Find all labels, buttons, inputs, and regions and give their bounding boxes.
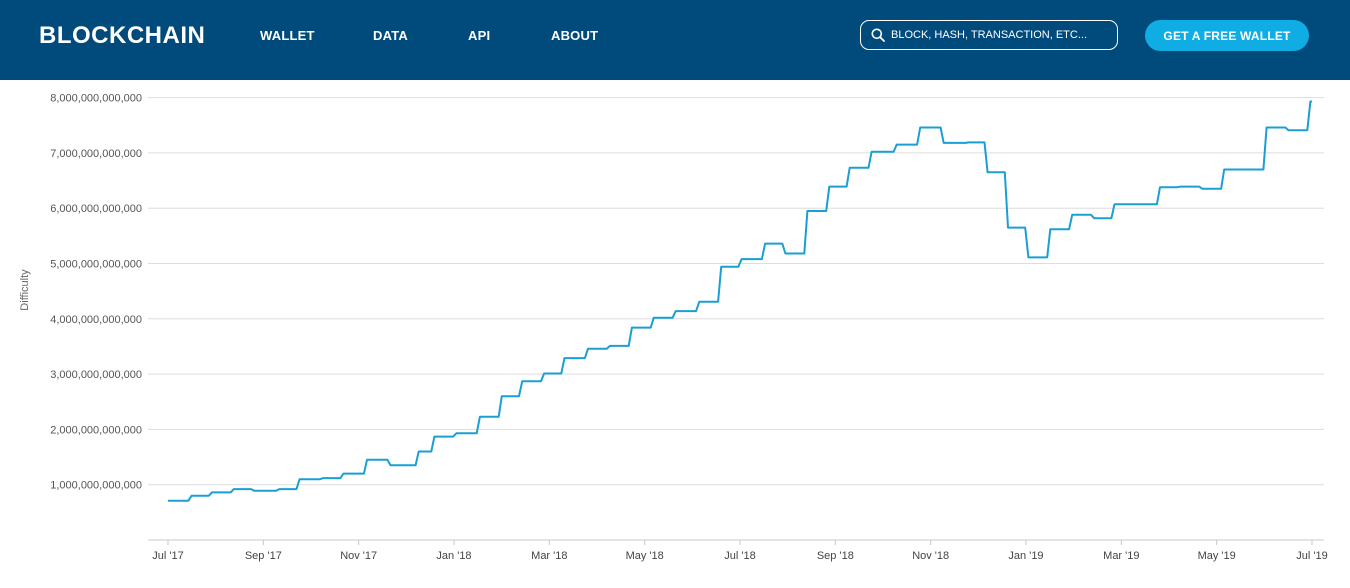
x-tick-label: Sep '17 <box>245 550 282 562</box>
x-tick-label: Mar '18 <box>531 550 567 562</box>
x-tick-label: Mar '19 <box>1103 550 1139 562</box>
top-navbar: BLOCKCHAIN WALLET DATA API ABOUT GET A F… <box>0 0 1350 80</box>
x-tick-label: May '18 <box>626 550 664 562</box>
search-icon <box>871 28 885 42</box>
nav-about[interactable]: ABOUT <box>551 28 598 44</box>
x-tick-label: Nov '17 <box>340 550 377 562</box>
y-tick-label: 6,000,000,000,000 <box>50 203 142 215</box>
x-tick-label: May '19 <box>1198 550 1236 562</box>
x-tick-label: Jul '17 <box>152 550 183 562</box>
x-tick-label: Jan '19 <box>1008 550 1043 562</box>
y-tick-label: 4,000,000,000,000 <box>50 314 142 326</box>
x-tick-label: Jul '19 <box>1296 550 1327 562</box>
y-axis-ticks: 1,000,000,000,000 2,000,000,000,000 3,000,… <box>50 93 142 492</box>
y-tick-label: 5,000,000,000,000 <box>50 259 142 271</box>
difficulty-series-line <box>168 100 1312 502</box>
x-tick-label: Nov '18 <box>912 550 949 562</box>
get-free-wallet-button[interactable]: GET A FREE WALLET <box>1145 20 1309 51</box>
search-box[interactable] <box>860 20 1118 50</box>
y-tick-label: 7,000,000,000,000 <box>50 148 142 160</box>
y-tick-label: 1,000,000,000,000 <box>50 480 142 492</box>
y-tick-label: 2,000,000,000,000 <box>50 424 142 436</box>
y-tick-label: 3,000,000,000,000 <box>50 369 142 381</box>
nav-data[interactable]: DATA <box>373 28 408 44</box>
x-tick-label: Jan '18 <box>436 550 471 562</box>
grid-lines <box>148 97 1324 486</box>
nav-wallet[interactable]: WALLET <box>260 28 315 44</box>
nav-api[interactable]: API <box>468 28 490 44</box>
blockchain-logo[interactable]: BLOCKCHAIN <box>39 22 205 50</box>
difficulty-chart: 1,000,000,000,000 2,000,000,000,000 3,000,… <box>19 93 1328 562</box>
y-tick-label: 8,000,000,000,000 <box>50 93 142 105</box>
x-axis: Jul '17 Sep '17 Nov '17 Jan '18 Mar '18 May '… <box>148 539 1328 562</box>
search-input[interactable] <box>891 25 1106 45</box>
x-tick-label: Jul '18 <box>724 550 755 562</box>
x-tick-label: Sep '18 <box>817 550 854 562</box>
y-axis-title: Difficulty <box>19 269 31 311</box>
